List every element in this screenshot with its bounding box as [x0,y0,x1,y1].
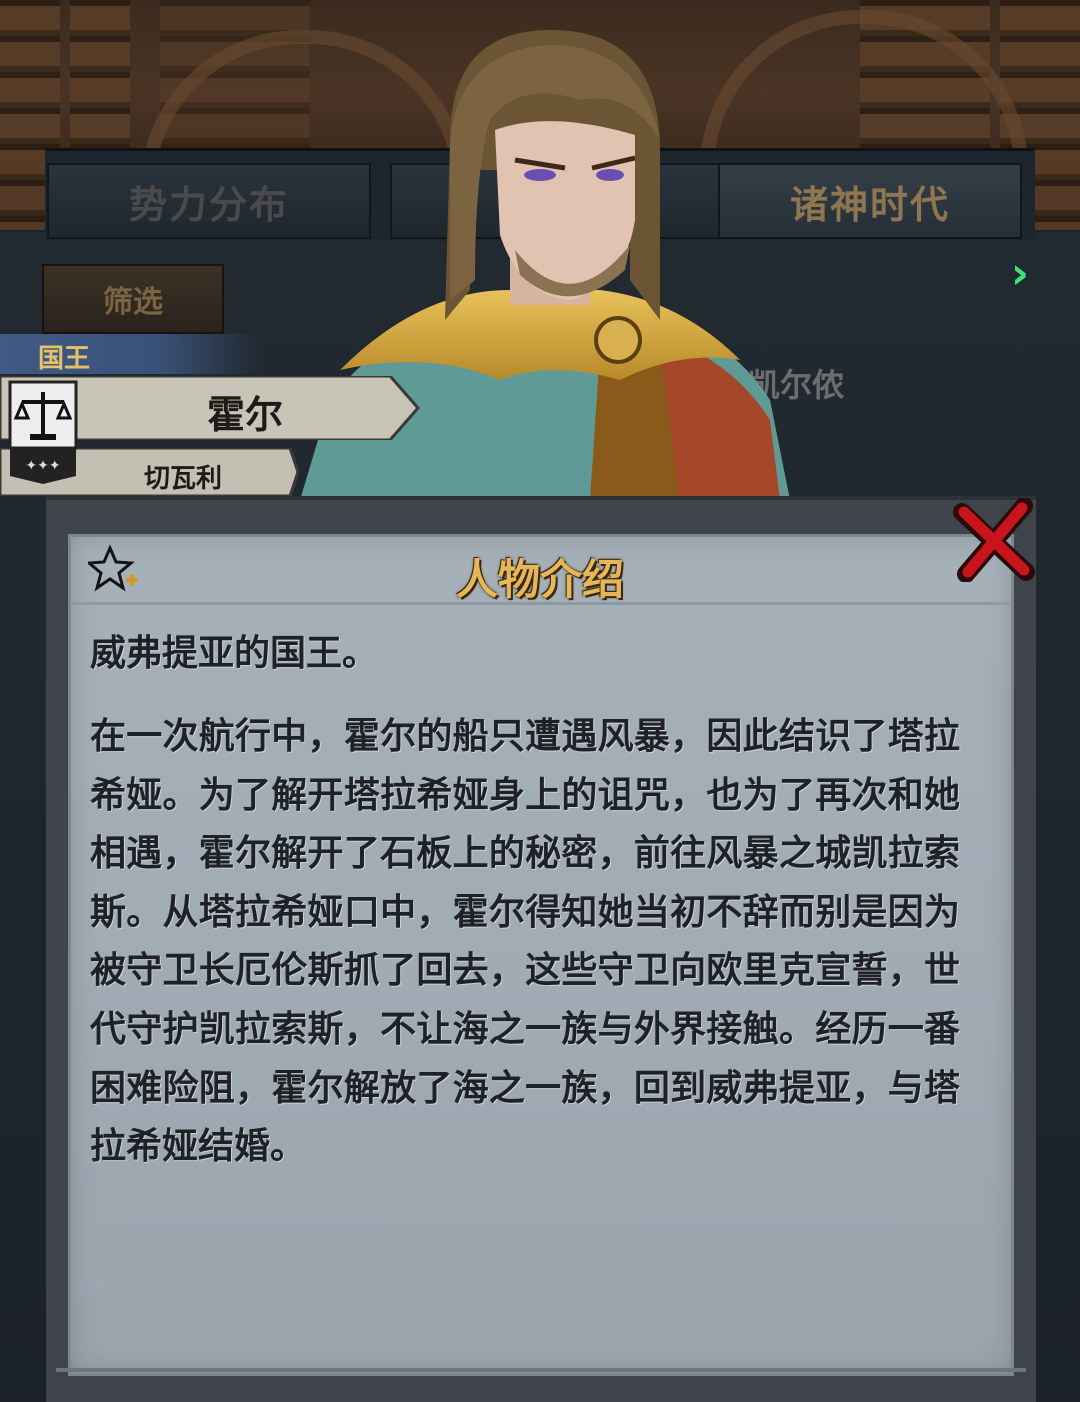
scales-emblem-icon: ✦✦✦ [8,380,78,484]
filter-button[interactable]: 筛选 [42,264,224,334]
header-divider [70,602,1010,605]
chevron-right-icon[interactable]: › [1000,252,1040,296]
character-faction: 切瓦利 [143,464,222,494]
close-x-icon[interactable] [952,498,1036,582]
character-title: 国王 [38,344,91,374]
intro-heading: 人物介绍 [455,555,624,604]
intro-lead-text: 威弗提亚的国王。 [90,633,379,674]
svg-text:✦✦✦: ✦✦✦ [25,458,60,474]
character-name: 霍尔 [206,393,283,437]
intro-body-text: 在一次航行中，霍尔的船只遭遇风暴，因此结识了塔拉希娅。为了解开塔拉希娅身上的诅咒… [90,716,960,1168]
card-bottom-rule [56,1368,1026,1372]
